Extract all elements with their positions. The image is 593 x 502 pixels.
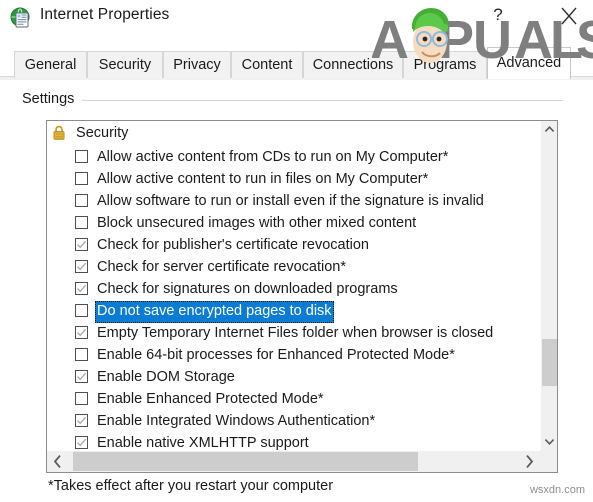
close-button[interactable] <box>554 2 584 30</box>
list-item-label: Enable Enhanced Protected Mode* <box>97 391 324 407</box>
checkbox-checked[interactable] <box>75 260 88 273</box>
settings-group-rule <box>82 100 563 101</box>
settings-list-viewport: Security Allow active content from CDs t… <box>47 121 540 450</box>
tab-advanced[interactable]: Advanced <box>487 47 571 79</box>
checkbox-checked[interactable] <box>75 436 88 449</box>
horizontal-scrollbar-thumb[interactable] <box>73 452 418 471</box>
horizontal-scrollbar[interactable] <box>47 450 540 472</box>
list-item[interactable]: Block unsecured images with other mixed … <box>47 213 540 235</box>
tab-general[interactable]: General <box>14 51 87 78</box>
list-item[interactable]: Allow active content from CDs to run on … <box>47 147 540 169</box>
list-item-label: Allow active content from CDs to run on … <box>97 149 449 165</box>
checkbox-unchecked[interactable] <box>75 348 88 361</box>
list-item[interactable]: Enable native XMLHTTP support <box>47 433 540 450</box>
list-item-label: Allow software to run or install even if… <box>97 193 484 209</box>
chevron-left-icon[interactable] <box>47 451 69 472</box>
lock-icon <box>52 125 66 140</box>
checkbox-unchecked[interactable] <box>75 150 88 163</box>
list-item[interactable]: Check for publisher's certificate revoca… <box>47 235 540 257</box>
list-item-label: Check for signatures on downloaded progr… <box>97 281 398 297</box>
checkbox-unchecked[interactable] <box>75 304 88 317</box>
tab-privacy[interactable]: Privacy <box>163 51 231 78</box>
list-item[interactable]: Enable Integrated Windows Authentication… <box>47 411 540 433</box>
site-watermark: wsxdn.com <box>529 484 585 496</box>
window-title: Internet Properties <box>40 6 170 23</box>
list-group-header-security: Security <box>52 125 128 145</box>
checkbox-unchecked[interactable] <box>75 392 88 405</box>
restart-footnote: *Takes effect after you restart your com… <box>48 478 334 494</box>
list-item-selected[interactable]: Do not save encrypted pages to disk <box>47 301 540 323</box>
help-button[interactable]: ? <box>487 3 509 27</box>
title-bar: Internet Properties ? <box>0 0 593 45</box>
list-item[interactable]: Enable 64-bit processes for Enhanced Pro… <box>47 345 540 367</box>
list-item-label: Check for server certificate revocation* <box>97 259 347 275</box>
vertical-scrollbar[interactable] <box>540 121 557 450</box>
checkbox-checked[interactable] <box>75 282 88 295</box>
vertical-scrollbar-thumb[interactable] <box>542 339 557 386</box>
advanced-settings-listbox[interactable]: Security Allow active content from CDs t… <box>46 120 558 473</box>
checkbox-checked[interactable] <box>75 370 88 383</box>
list-item-label: Allow active content to run in files on … <box>97 171 429 187</box>
chevron-down-icon[interactable] <box>541 433 557 450</box>
list-item[interactable]: Empty Temporary Internet Files folder wh… <box>47 323 540 345</box>
list-item-label: Enable Integrated Windows Authentication… <box>97 413 376 429</box>
list-item-label: Enable 64-bit processes for Enhanced Pro… <box>97 347 455 363</box>
list-item-label: Empty Temporary Internet Files folder wh… <box>97 325 494 341</box>
list-item[interactable]: Check for signatures on downloaded progr… <box>47 279 540 301</box>
settings-group-label: Settings <box>22 91 81 107</box>
chevron-up-icon[interactable] <box>541 121 557 138</box>
checkbox-unchecked[interactable] <box>75 216 88 229</box>
list-item-label: Check for publisher's certificate revoca… <box>97 237 369 253</box>
list-group-header-label: Security <box>76 125 129 141</box>
tab-security[interactable]: Security <box>87 51 163 78</box>
checkbox-checked[interactable] <box>75 414 88 427</box>
list-item[interactable]: Enable DOM Storage <box>47 367 540 389</box>
list-item-label: Enable native XMLHTTP support <box>97 435 309 450</box>
tab-content[interactable]: Content <box>231 51 303 78</box>
checkbox-unchecked[interactable] <box>75 172 88 185</box>
checkbox-unchecked[interactable] <box>75 194 88 207</box>
chevron-right-icon[interactable] <box>518 451 540 472</box>
tab-connections[interactable]: Connections <box>303 51 403 78</box>
list-item-label: Enable DOM Storage <box>97 369 235 385</box>
tab-programs[interactable]: Programs <box>403 51 487 78</box>
list-item-label: Do not save encrypted pages to disk <box>95 301 334 323</box>
checkbox-checked[interactable] <box>75 238 88 251</box>
scrollbar-corner <box>540 450 557 472</box>
list-item[interactable]: Allow active content to run in files on … <box>47 169 540 191</box>
checkbox-checked[interactable] <box>75 326 88 339</box>
tab-strip: General Security Privacy Content Connect… <box>0 45 593 80</box>
list-item[interactable]: Enable Enhanced Protected Mode* <box>47 389 540 411</box>
list-item[interactable]: Allow software to run or install even if… <box>47 191 540 213</box>
list-item[interactable]: Check for server certificate revocation* <box>47 257 540 279</box>
internet-properties-icon <box>10 7 32 29</box>
list-item-label: Block unsecured images with other mixed … <box>97 215 417 231</box>
